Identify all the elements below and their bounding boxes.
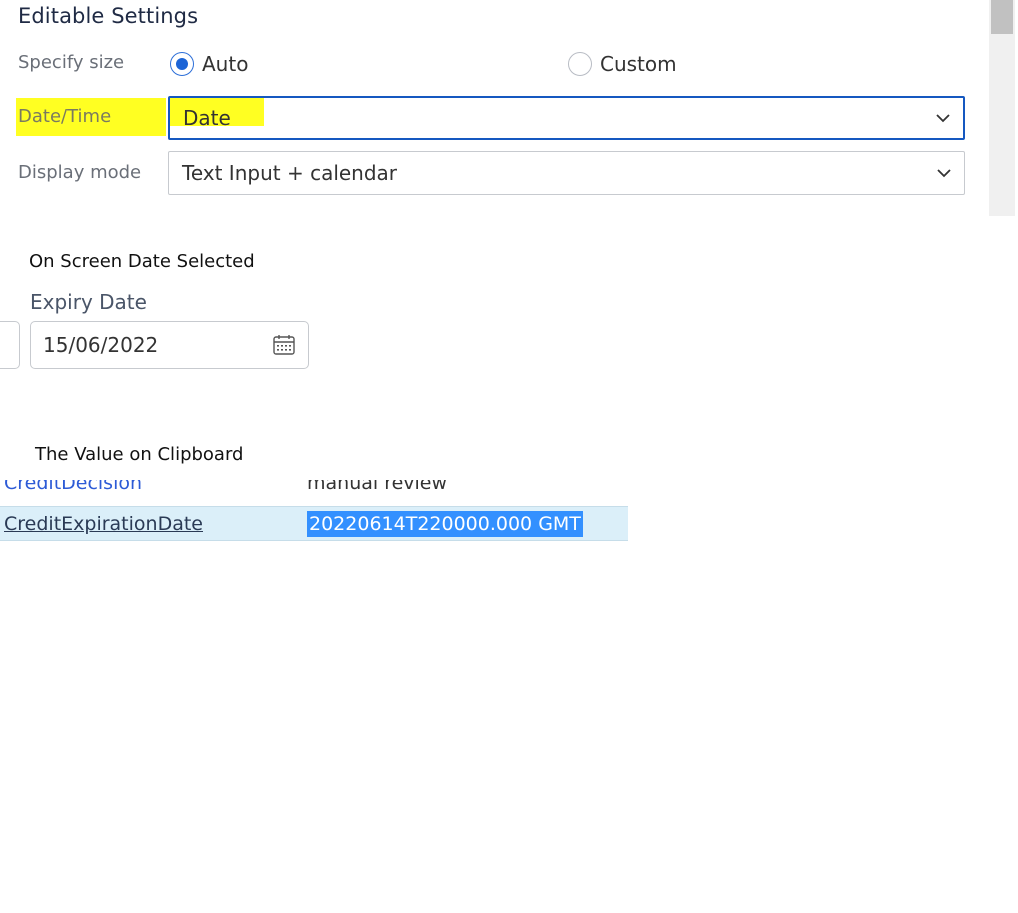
display-mode-select[interactable]: Text Input + calendar	[168, 151, 965, 195]
table-row[interactable]: CreditDecision manual review	[0, 480, 628, 502]
date-time-label: Date/Time	[18, 106, 112, 127]
radio-auto-indicator[interactable]	[170, 52, 194, 76]
display-mode-label: Display mode	[18, 162, 142, 183]
section-title: Editable Settings	[18, 4, 199, 28]
display-mode-value: Text Input + calendar	[182, 161, 398, 185]
expiry-date-value: 15/06/2022	[43, 333, 159, 357]
adjacent-field-edge	[0, 321, 20, 369]
chevron-down-icon	[936, 114, 950, 123]
date-time-select[interactable]: Date	[168, 96, 965, 140]
clipboard-caption: The Value on Clipboard	[35, 444, 244, 465]
radio-auto[interactable]: Auto	[170, 50, 248, 78]
chevron-down-icon	[937, 169, 951, 178]
on-screen-caption: On Screen Date Selected	[29, 251, 255, 272]
expiry-date-label: Expiry Date	[30, 290, 147, 314]
table-row-selected[interactable]: CreditExpirationDate 20220614T220000.000…	[0, 506, 628, 541]
property-value-selected[interactable]: 20220614T220000.000 GMT	[307, 511, 583, 537]
calendar-icon[interactable]	[272, 333, 296, 357]
clipboard-row-partial-clip: CreditDecision manual review	[0, 480, 628, 506]
date-time-value: Date	[183, 106, 231, 130]
property-name-link[interactable]: CreditExpirationDate	[4, 513, 203, 535]
specify-size-label: Specify size	[18, 52, 125, 73]
property-value: manual review	[307, 480, 448, 494]
radio-auto-label: Auto	[202, 52, 249, 76]
scrollbar-thumb[interactable]	[991, 0, 1013, 34]
radio-custom[interactable]: Custom	[568, 50, 677, 78]
property-name[interactable]: CreditDecision	[4, 480, 142, 494]
radio-custom-indicator[interactable]	[568, 52, 592, 76]
radio-custom-label: Custom	[600, 52, 677, 76]
expiry-date-input[interactable]: 15/06/2022	[30, 321, 309, 369]
scrollbar[interactable]	[989, 0, 1015, 216]
